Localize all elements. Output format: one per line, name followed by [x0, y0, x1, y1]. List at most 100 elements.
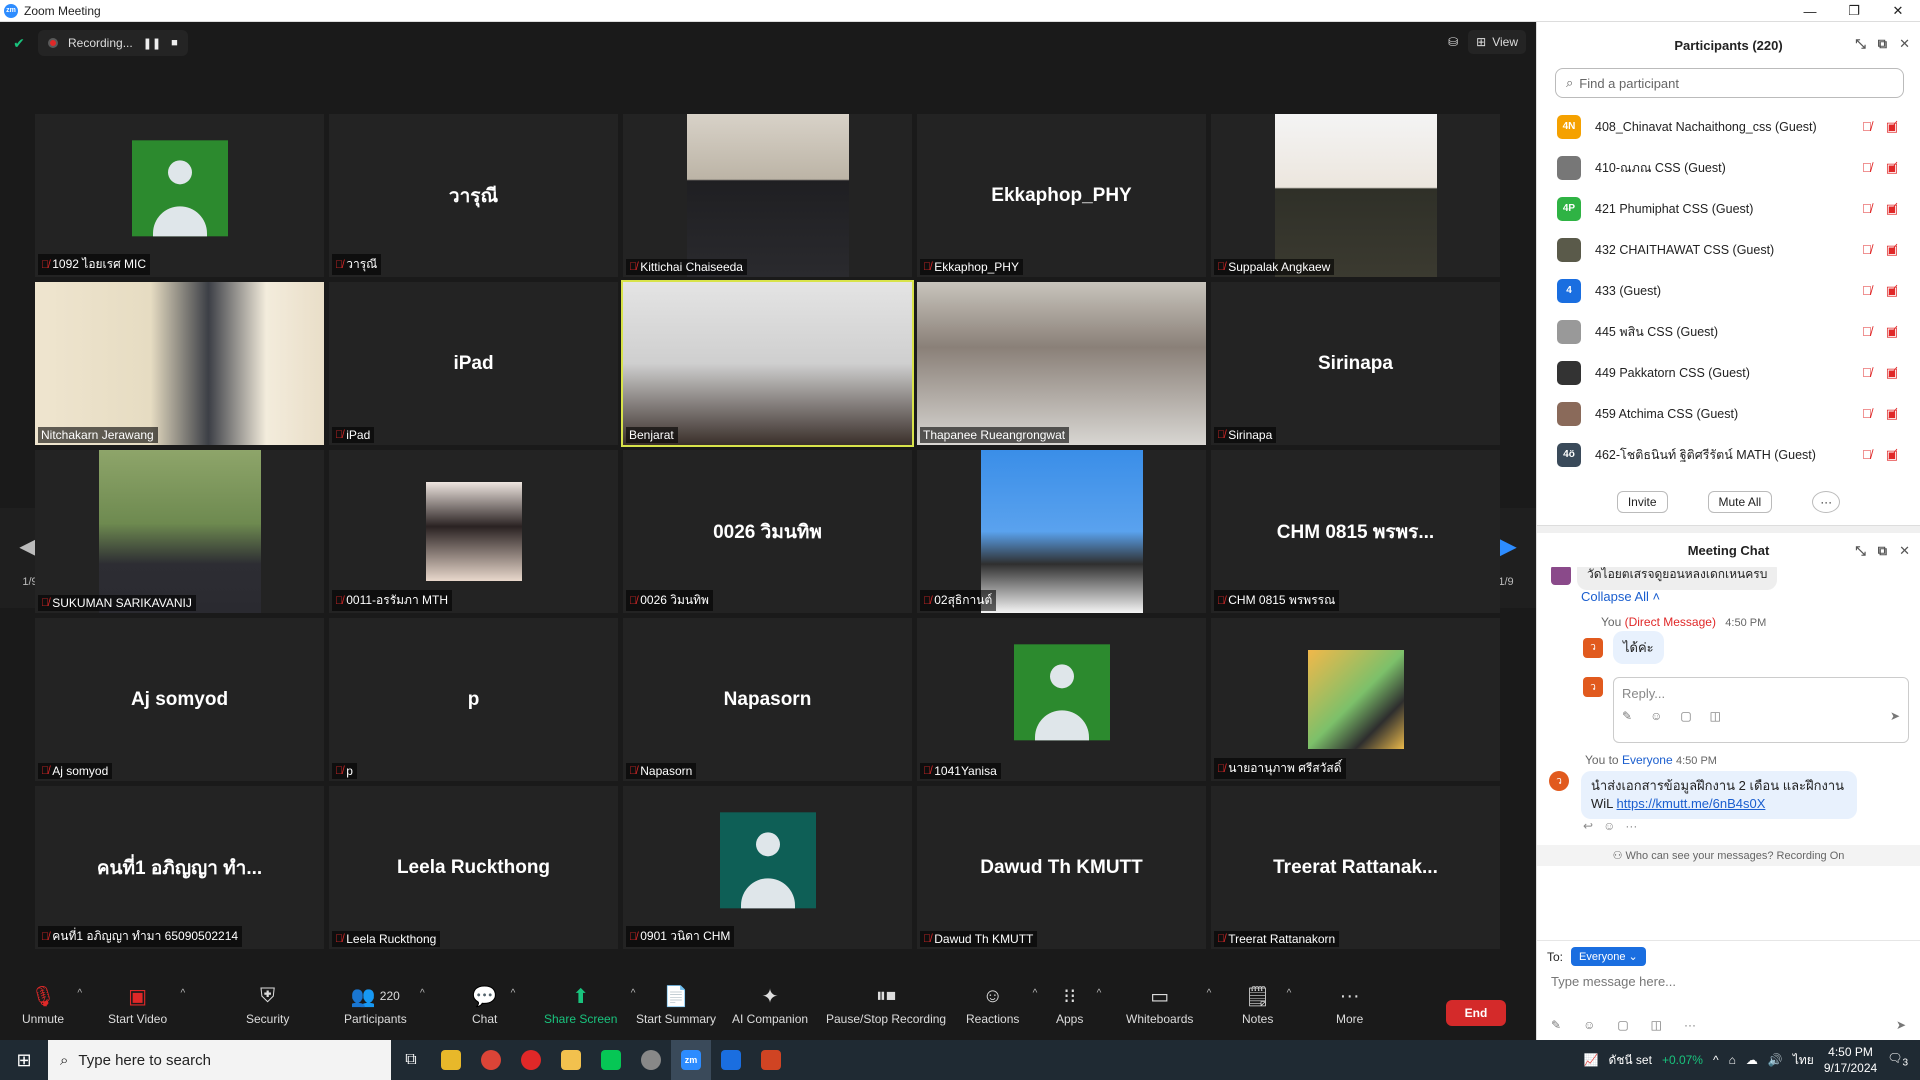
video-off-icon[interactable]: ▣̸ — [1886, 324, 1898, 340]
invite-button[interactable]: Invite — [1616, 491, 1668, 513]
reply-input[interactable]: Reply... ✎ ☺ ▢ ◫ ➤ — [1613, 677, 1909, 743]
camera-app-icon[interactable] — [711, 1040, 751, 1080]
unmute-button[interactable]: 🎙 Unmute ^ — [22, 984, 82, 1027]
opera-icon[interactable] — [511, 1040, 551, 1080]
video-off-icon[interactable]: ▣̸ — [1886, 283, 1898, 299]
video-off-icon[interactable]: ▣̸ — [1886, 447, 1898, 463]
video-tile[interactable]: 🎙̸ Suppalak Angkaew — [1211, 114, 1500, 277]
chevron-up-icon[interactable]: ^ — [420, 988, 425, 999]
video-tile[interactable]: Ekkaphop_PHY 🎙̸ Ekkaphop_PHY — [917, 114, 1206, 277]
chrome-icon[interactable] — [471, 1040, 511, 1080]
more-button[interactable]: ··· More — [1336, 984, 1363, 1027]
file-explorer-icon[interactable] — [431, 1040, 471, 1080]
whiteboards-button[interactable]: ▭ Whiteboards ^ — [1126, 984, 1211, 1027]
file-icon[interactable]: ▢ — [1617, 1018, 1628, 1032]
video-tile[interactable]: CHM 0815 พรพร... 🎙̸ CHM 0815 พรพรรณ — [1211, 450, 1500, 613]
participant-row[interactable]: 445 พสิน CSS (Guest) 🎙̸ ▣̸ — [1537, 311, 1920, 352]
participant-row[interactable]: 410-ณภณ CSS (Guest) 🎙̸ ▣̸ — [1537, 147, 1920, 188]
video-tile[interactable]: Napasorn 🎙̸ Napasorn — [623, 618, 912, 781]
minimize-icon[interactable]: — — [1788, 0, 1832, 22]
stock-name[interactable]: ดัชนี set — [1608, 1051, 1651, 1070]
collapse-icon[interactable]: ⤡ — [1855, 36, 1865, 52]
video-tile[interactable]: 🎙̸ 1041Yanisa — [917, 618, 1206, 781]
popout-icon[interactable]: ⧉ — [1878, 543, 1887, 559]
mic-muted-icon[interactable]: 🎙̸ — [1862, 283, 1872, 299]
powerpoint-icon[interactable] — [751, 1040, 791, 1080]
participant-row[interactable]: 432 CHAITHAWAT CSS (Guest) 🎙̸ ▣̸ — [1537, 229, 1920, 270]
notification-icon[interactable]: 🗨3 — [1887, 1051, 1908, 1068]
participant-search-input[interactable]: ⌕ Find a participant — [1555, 68, 1904, 98]
video-tile[interactable]: Dawud Th KMUTT 🎙̸ Dawud Th KMUTT — [917, 786, 1206, 949]
chat-button[interactable]: 💬 Chat ^ — [472, 984, 515, 1027]
chevron-up-icon[interactable]: ^ — [77, 988, 82, 999]
video-off-icon[interactable]: ▣̸ — [1886, 201, 1898, 217]
video-tile[interactable]: คนที่1 อภิญญา ทำ... 🎙̸ คนที่1 อภิญญา ทำมา … — [35, 786, 324, 949]
chevron-up-icon[interactable]: ^ — [631, 988, 636, 999]
video-tile[interactable]: Aj somyod 🎙̸ Aj somyod — [35, 618, 324, 781]
ellipsis-icon[interactable]: ··· — [1684, 1018, 1696, 1032]
more-options-button[interactable]: ··· — [1812, 491, 1841, 513]
view-button[interactable]: ⊞ View — [1468, 30, 1526, 54]
video-tile[interactable]: 🎙̸ นายอานุภาพ ศรีสวัสดิ์ — [1211, 618, 1500, 781]
windows-start-icon[interactable]: ⊞ — [0, 1040, 48, 1080]
format-icon[interactable]: ✎ — [1551, 1018, 1561, 1032]
chevron-up-icon[interactable]: ^ — [1713, 1053, 1719, 1067]
video-tile[interactable]: Benjarat — [621, 280, 914, 447]
collapse-all-link[interactable]: Collapse All ˄ — [1581, 589, 1660, 604]
stop-recording-icon[interactable]: ■ — [171, 37, 178, 49]
video-tile[interactable]: 🎙̸ Kittichai Chaiseeda — [623, 114, 912, 277]
recipient-dropdown[interactable]: Everyone ⌄ — [1571, 947, 1646, 966]
participant-row[interactable]: 4 433 (Guest) 🎙̸ ▣̸ — [1537, 270, 1920, 311]
network-icon[interactable]: ⌂ — [1729, 1053, 1736, 1067]
participant-row[interactable]: 4ö 462-โชติธนินท์ ฐิติศรีรัตน์ MATH (Gues… — [1537, 434, 1920, 475]
emoji-icon[interactable]: ☺ — [1583, 1018, 1595, 1032]
participants-button[interactable]: 👥 220 Participants ^ — [344, 984, 425, 1027]
mute-all-button[interactable]: Mute All — [1707, 491, 1773, 513]
clock[interactable]: 4:50 PM 9/17/2024 — [1824, 1044, 1877, 1076]
video-tile[interactable]: 🎙̸ 02สุธิกานต์ — [917, 450, 1206, 613]
mic-muted-icon[interactable]: 🎙̸ — [1862, 119, 1872, 135]
video-tile[interactable]: 🎙̸ 0011-อรรัมภา MTH — [329, 450, 618, 613]
language-indicator[interactable]: ไทย — [1793, 1051, 1814, 1070]
participant-row[interactable]: 4P 421 Phumiphat CSS (Guest) 🎙̸ ▣̸ — [1537, 188, 1920, 229]
video-tile[interactable]: 🎙̸ SUKUMAN SARIKAVANIJ — [35, 450, 324, 613]
mic-muted-icon[interactable]: 🎙̸ — [1862, 242, 1872, 258]
video-off-icon[interactable]: ▣̸ — [1886, 160, 1898, 176]
video-tile[interactable]: 0026 วิมนทิพ 🎙̸ 0026 วิมนทิพ — [623, 450, 912, 613]
video-tile[interactable]: 🎙̸ 0901 วนิดา CHM — [623, 786, 912, 949]
video-tile[interactable]: Nitchakarn Jerawang — [35, 282, 324, 445]
chevron-up-icon[interactable]: ^ — [511, 988, 516, 999]
emoji-icon[interactable]: ☺ — [1650, 709, 1662, 723]
emoji-icon[interactable]: ☺ — [1603, 819, 1615, 833]
ai-companion-button[interactable]: ✦ AI Companion — [732, 984, 808, 1027]
chevron-up-icon[interactable]: ^ — [1287, 988, 1292, 999]
zoom-taskbar-icon[interactable]: zm — [671, 1040, 711, 1080]
video-tile[interactable]: วารุณี 🎙̸ วารุณี — [329, 114, 618, 277]
format-icon[interactable]: ✎ — [1622, 709, 1632, 723]
video-tile[interactable]: p 🎙̸ p — [329, 618, 618, 781]
message-link[interactable]: https://kmutt.me/6nB4s0X — [1617, 796, 1766, 811]
video-tile[interactable]: 🎙̸ 1092 ไอยเรศ MIC — [35, 114, 324, 277]
start-summary-button[interactable]: 📄 Start Summary — [636, 984, 716, 1027]
restore-icon[interactable]: ❐ — [1832, 0, 1876, 22]
mic-muted-icon[interactable]: 🎙̸ — [1862, 160, 1872, 176]
chevron-up-icon[interactable]: ^ — [180, 988, 185, 999]
close-icon[interactable]: ✕ — [1876, 0, 1920, 22]
ellipsis-icon[interactable]: ··· — [1625, 819, 1637, 833]
encryption-shield-icon[interactable]: ✔ — [10, 34, 28, 52]
video-tile[interactable]: Thapanee Rueangrongwat — [917, 282, 1206, 445]
apps-button[interactable]: ⁝⁝ Apps ^ — [1056, 984, 1101, 1027]
app-icon[interactable] — [631, 1040, 671, 1080]
chevron-up-icon[interactable]: ^ — [1207, 988, 1212, 999]
reactions-button[interactable]: ☺ Reactions ^ — [966, 984, 1037, 1027]
participant-row[interactable]: 449 Pakkatorn CSS (Guest) 🎙̸ ▣̸ — [1537, 352, 1920, 393]
screenshot-icon[interactable]: ◫ — [1651, 1018, 1662, 1032]
mic-muted-icon[interactable]: 🎙̸ — [1862, 406, 1872, 422]
close-icon[interactable]: ✕ — [1899, 543, 1910, 559]
popout-icon[interactable]: ⧉ — [1878, 36, 1887, 52]
chevron-up-icon[interactable]: ^ — [1097, 988, 1102, 999]
video-tile[interactable]: iPad 🎙̸ iPad — [329, 282, 618, 445]
pause-stop-recording-button[interactable]: ⏸⏹ Pause/Stop Recording — [826, 984, 946, 1027]
onedrive-icon[interactable]: ☁ — [1746, 1053, 1758, 1067]
video-off-icon[interactable]: ▣̸ — [1886, 365, 1898, 381]
